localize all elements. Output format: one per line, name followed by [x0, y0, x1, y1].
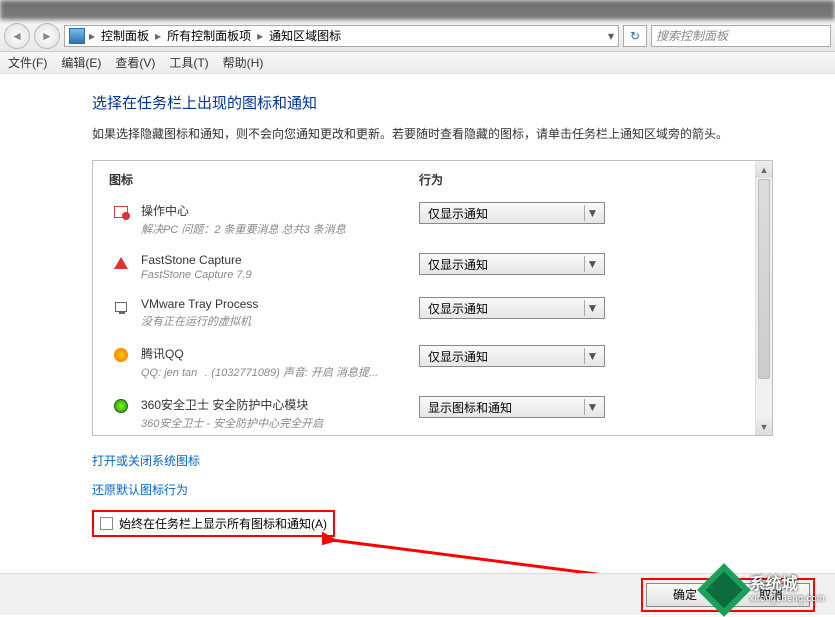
table-row: 操作中心解决PC 问题：2 条重要消息 总共3 条消息仅显示通知 ▼	[109, 194, 756, 245]
column-icon-header: 图标	[109, 171, 419, 188]
app-name: 360安全卫士 安全防护中心模块	[141, 396, 419, 413]
dropdown-value: 仅显示通知	[428, 348, 488, 365]
app-subtitle: 没有正在运行的虚拟机	[141, 313, 419, 329]
scroll-down-button[interactable]: ▼	[756, 418, 772, 435]
always-show-checkbox-row[interactable]: 始终在任务栏上显示所有图标和通知(A)	[92, 510, 335, 537]
dropdown-value: 仅显示通知	[428, 256, 488, 273]
chevron-right-icon: ▸	[255, 29, 265, 43]
chevron-down-icon: ▼	[584, 399, 600, 415]
behavior-dropdown[interactable]: 仅显示通知 ▼	[419, 253, 605, 275]
column-behavior-header: 行为	[419, 171, 756, 188]
scroll-up-button[interactable]: ▲	[756, 161, 772, 178]
blurred-titlebar	[0, 0, 835, 20]
page-title: 选择在任务栏上出现的图标和通知	[92, 92, 773, 113]
table-row: 腾讯QQ QQ: jen tan ﹒(1032771089) 声音: 开启 消息提…	[109, 337, 756, 388]
menu-help[interactable]: 帮助(H)	[223, 54, 264, 71]
back-button[interactable]: ◄	[4, 23, 30, 49]
table-row: 360安全卫士 安全防护中心模块 360安全卫士 - 安全防护中心完全开启显示图标…	[109, 388, 756, 439]
app-name: 腾讯QQ	[141, 345, 419, 362]
links-block: 打开或关闭系统图标 还原默认图标行为	[92, 452, 773, 498]
chevron-down-icon: ▼	[584, 300, 600, 316]
chevron-right-icon: ▸	[153, 29, 163, 43]
behavior-dropdown[interactable]: 仅显示通知 ▼	[419, 345, 605, 367]
app-icon	[109, 396, 133, 416]
app-subtitle: FastStone Capture 7.9	[141, 269, 419, 281]
chevron-down-icon[interactable]: ▾	[608, 29, 614, 43]
dropdown-value: 仅显示通知	[428, 300, 488, 317]
crumb-notification-icons[interactable]: 通知区域图标	[267, 27, 343, 44]
watermark-logo-icon	[705, 571, 743, 609]
link-restore-defaults[interactable]: 还原默认图标行为	[92, 481, 773, 498]
app-subtitle: 解决PC 问题：2 条重要消息 总共3 条消息	[141, 221, 419, 237]
navigation-bar: ◄ ► ▸ 控制面板 ▸ 所有控制面板项 ▸ 通知区域图标 ▾ ↻ 搜索控制面板	[0, 20, 835, 52]
app-name: FastStone Capture	[141, 253, 419, 267]
breadcrumb-bar[interactable]: ▸ 控制面板 ▸ 所有控制面板项 ▸ 通知区域图标 ▾	[64, 25, 619, 47]
chevron-down-icon: ▼	[584, 256, 600, 272]
watermark-text-cn: 系统城	[749, 576, 825, 594]
page-description: 如果选择隐藏图标和通知，则不会向您通知更改和更新。若要随时查看隐藏的图标，请单击…	[92, 125, 773, 144]
main-content: 选择在任务栏上出现的图标和通知 如果选择隐藏图标和通知，则不会向您通知更改和更新…	[0, 74, 835, 537]
app-subtitle: QQ: jen tan ﹒(1032771089) 声音: 开启 消息提...	[141, 364, 419, 380]
app-subtitle: 360安全卫士 - 安全防护中心完全开启	[141, 415, 419, 431]
search-placeholder: 搜索控制面板	[656, 27, 728, 44]
watermark-text-en: xitongcheng.com	[749, 594, 825, 604]
scrollbar[interactable]: ▲ ▼	[755, 161, 772, 435]
app-icon	[109, 253, 133, 273]
menu-edit[interactable]: 编辑(E)	[61, 54, 101, 71]
menu-view[interactable]: 查看(V)	[115, 54, 155, 71]
checkbox-label: 始终在任务栏上显示所有图标和通知(A)	[119, 515, 327, 532]
menu-bar: 文件(F) 编辑(E) 查看(V) 工具(T) 帮助(H)	[0, 52, 835, 74]
menu-tools[interactable]: 工具(T)	[169, 54, 208, 71]
checkbox[interactable]	[100, 517, 113, 530]
behavior-dropdown[interactable]: 仅显示通知 ▼	[419, 297, 605, 319]
refresh-button[interactable]: ↻	[623, 25, 647, 47]
chevron-down-icon: ▼	[584, 205, 600, 221]
panel-header: 图标 行为	[93, 161, 772, 194]
scroll-thumb[interactable]	[758, 179, 770, 379]
behavior-dropdown[interactable]: 仅显示通知 ▼	[419, 202, 605, 224]
dropdown-value: 显示图标和通知	[428, 399, 512, 416]
dropdown-value: 仅显示通知	[428, 205, 488, 222]
table-row: VMware Tray Process 没有正在运行的虚拟机仅显示通知 ▼	[109, 289, 756, 337]
app-icon	[109, 297, 133, 317]
forward-button[interactable]: ►	[34, 23, 60, 49]
panel-body: 操作中心解决PC 问题：2 条重要消息 总共3 条消息仅显示通知▼FastSto…	[93, 194, 772, 447]
behavior-dropdown[interactable]: 显示图标和通知 ▼	[419, 396, 605, 418]
app-name: 操作中心	[141, 202, 419, 219]
watermark: 系统城 xitongcheng.com	[705, 571, 825, 609]
icon-list-panel: 图标 行为 操作中心解决PC 问题：2 条重要消息 总共3 条消息仅显示通知▼F…	[92, 160, 773, 436]
menu-file[interactable]: 文件(F)	[8, 54, 47, 71]
crumb-control-panel[interactable]: 控制面板	[99, 27, 151, 44]
chevron-right-icon: ▸	[87, 29, 97, 43]
link-system-icons[interactable]: 打开或关闭系统图标	[92, 452, 773, 469]
app-name: VMware Tray Process	[141, 297, 419, 311]
crumb-all-items[interactable]: 所有控制面板项	[165, 27, 253, 44]
table-row: FastStone CaptureFastStone Capture 7.9仅显…	[109, 245, 756, 289]
chevron-down-icon: ▼	[584, 348, 600, 364]
app-icon	[109, 345, 133, 365]
control-panel-icon	[69, 28, 85, 44]
search-input[interactable]: 搜索控制面板	[651, 25, 831, 47]
app-icon	[109, 202, 133, 222]
